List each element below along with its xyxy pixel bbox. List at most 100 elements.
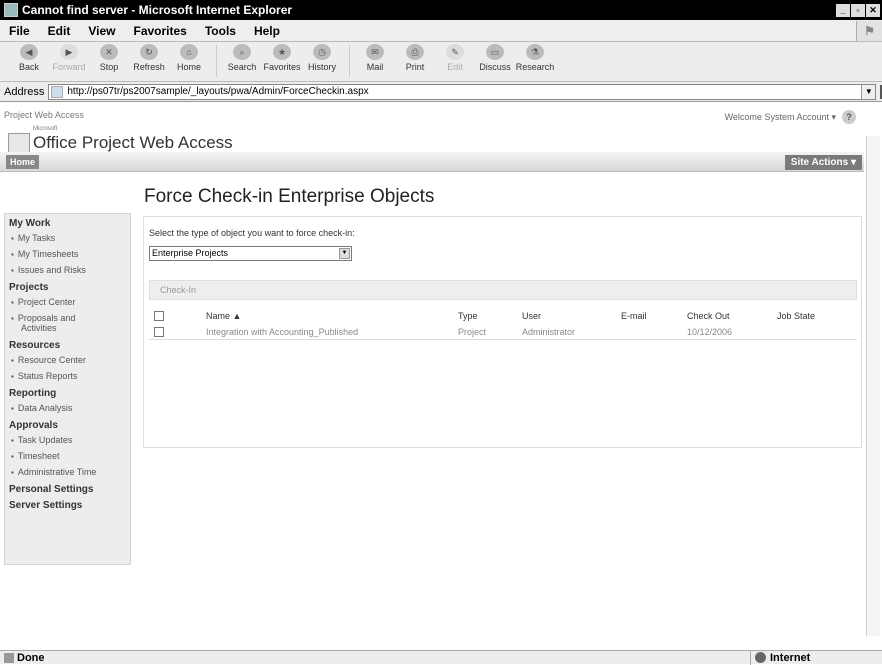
nav-item-task-updates[interactable]: ▪ Task Updates	[5, 432, 130, 448]
home-label: Home	[176, 62, 201, 72]
page-status-icon	[4, 652, 14, 663]
col-type-header[interactable]: Type	[458, 311, 478, 321]
favorites-label: Favorites	[263, 62, 301, 72]
nav-item-label: My Timesheets	[17, 249, 79, 259]
refresh-icon: ↻	[140, 44, 158, 60]
nav-item-my-timesheets[interactable]: ▪ My Timesheets	[5, 246, 130, 262]
menu-tools[interactable]: Tools	[196, 24, 245, 38]
welcome-menu[interactable]: Welcome System Account ▾ ?	[725, 110, 856, 124]
nav-item-label: Administrative Time	[17, 467, 97, 477]
menu-bar: File Edit View Favorites Tools Help ⚑	[0, 20, 882, 42]
bullet-icon: ▪	[11, 266, 14, 275]
mail-button[interactable]: ✉ Mail	[356, 42, 394, 72]
nav-item-resource-center[interactable]: ▪ Resource Center	[5, 352, 130, 368]
stop-button[interactable]: ✕ Stop	[90, 42, 128, 72]
maximize-button[interactable]: ▫	[851, 3, 865, 17]
nav-item-administrative-time[interactable]: ▪ Administrative Time	[5, 464, 130, 480]
col-name-header[interactable]: Name ▲	[206, 311, 241, 321]
address-bar: Address http://ps07tr/ps2007sample/_layo…	[0, 82, 882, 102]
col-checkout-header[interactable]: Check Out	[687, 311, 730, 321]
nav-item-label: Data Analysis	[17, 403, 73, 413]
home-tab[interactable]: Home	[6, 155, 40, 169]
bullet-icon: ▪	[11, 452, 14, 461]
bullet-icon: ▪	[11, 468, 14, 477]
menu-favorites[interactable]: Favorites	[124, 24, 195, 38]
nav-heading-approvals[interactable]: Approvals	[5, 416, 130, 432]
grid-header-row: Name ▲ Type User E-mail Check Out Job St…	[149, 308, 857, 324]
nav-heading-personal-settings[interactable]: Personal Settings	[5, 480, 130, 496]
site-actions-button[interactable]: Site Actions ▾	[784, 155, 862, 170]
nav-heading-my-work[interactable]: My Work	[5, 214, 130, 230]
cell-checkout: 10/12/2006	[687, 327, 733, 337]
nav-heading-projects[interactable]: Projects	[5, 278, 130, 294]
nav-item-label: My Tasks	[17, 233, 56, 243]
menu-view[interactable]: View	[79, 24, 124, 38]
object-type-select[interactable]: Enterprise Projects ▼	[149, 246, 352, 261]
nav-item-my-tasks[interactable]: ▪ My Tasks	[5, 230, 130, 246]
cell-type: Project	[458, 327, 487, 337]
research-label: Research	[515, 62, 555, 72]
refresh-label: Refresh	[133, 62, 165, 72]
home-button[interactable]: ⌂ Home	[170, 42, 208, 72]
left-navigation: My Work ▪ My Tasks ▪ My Timesheets ▪ Issues…	[4, 213, 131, 565]
edit-button[interactable]: ✎ Edit	[436, 42, 474, 72]
menu-help[interactable]: Help	[245, 24, 289, 38]
refresh-button[interactable]: ↻ Refresh	[130, 42, 168, 72]
nav-item-label: Status Reports	[17, 371, 78, 381]
nav-item-timesheet[interactable]: ▪ Timesheet	[5, 448, 130, 464]
page-icon	[51, 85, 64, 98]
mail-icon: ✉	[366, 44, 384, 60]
discuss-button[interactable]: ▭ Discuss	[476, 42, 514, 72]
window-titlebar: Cannot find server - Microsoft Internet …	[0, 0, 882, 20]
history-button[interactable]: ◷ History	[303, 42, 341, 72]
col-email-header[interactable]: E-mail	[621, 311, 647, 321]
nav-item-label: Task Updates	[17, 435, 73, 445]
logo-product: Office Project Web Access	[33, 133, 233, 152]
edit-label: Edit	[447, 62, 463, 72]
print-label: Print	[405, 62, 425, 72]
back-button[interactable]: ◀ Back	[10, 42, 48, 72]
home-icon: ⌂	[180, 44, 198, 60]
nav-item-project-center[interactable]: ▪ Project Center	[5, 294, 130, 310]
checkin-button[interactable]: Check-In	[160, 285, 196, 295]
menu-edit[interactable]: Edit	[39, 24, 80, 38]
site-breadcrumb[interactable]: Project Web Access	[4, 110, 84, 120]
col-user-header[interactable]: User	[522, 311, 541, 321]
col-jobstate-header[interactable]: Job State	[777, 311, 815, 321]
table-row[interactable]: Integration with Accounting_Published Pr…	[149, 324, 857, 340]
bullet-icon: ▪	[11, 356, 14, 365]
research-button[interactable]: ⚗ Research	[516, 42, 554, 72]
address-dropdown-button[interactable]: ▼	[861, 84, 876, 99]
nav-heading-server-settings[interactable]: Server Settings	[5, 496, 130, 512]
nav-item-status-reports[interactable]: ▪ Status Reports	[5, 368, 130, 384]
print-button[interactable]: ⎙ Print	[396, 42, 434, 72]
close-button[interactable]: ✕	[866, 3, 880, 17]
status-text: Done	[17, 651, 45, 664]
globe-icon	[755, 652, 766, 663]
site-logo: Microsoft Office Project Web Access	[8, 126, 233, 153]
vertical-scrollbar[interactable]	[866, 136, 880, 636]
address-label: Address	[4, 85, 45, 98]
nav-heading-resources[interactable]: Resources	[5, 336, 130, 352]
chevron-down-icon[interactable]: ▼	[339, 248, 350, 259]
menu-file[interactable]: File	[0, 24, 39, 38]
minimize-button[interactable]: _	[836, 3, 850, 17]
address-input[interactable]: http://ps07tr/ps2007sample/_layouts/pwa/…	[48, 83, 877, 100]
forward-button[interactable]: ▶ Forward	[50, 42, 88, 72]
discuss-icon: ▭	[486, 44, 504, 60]
help-icon[interactable]: ?	[842, 110, 856, 124]
row-checkbox[interactable]	[154, 327, 164, 337]
nav-item-issues-and-risks[interactable]: ▪ Issues and Risks	[5, 262, 130, 278]
stop-icon: ✕	[100, 44, 118, 60]
history-icon: ◷	[313, 44, 331, 60]
nav-item-data-analysis[interactable]: ▪ Data Analysis	[5, 400, 130, 416]
nav-item-proposals-and-activities[interactable]: ▪ Proposals and Activities	[5, 310, 130, 336]
bullet-icon: ▪	[11, 404, 14, 413]
nav-item-label-line2: Activities	[21, 323, 57, 333]
search-button[interactable]: ⌕ Search	[223, 42, 261, 72]
favorites-button[interactable]: ★ Favorites	[263, 42, 301, 72]
discuss-label: Discuss	[479, 62, 511, 72]
nav-heading-reporting[interactable]: Reporting	[5, 384, 130, 400]
research-icon: ⚗	[526, 44, 544, 60]
select-all-checkbox[interactable]	[154, 311, 164, 321]
